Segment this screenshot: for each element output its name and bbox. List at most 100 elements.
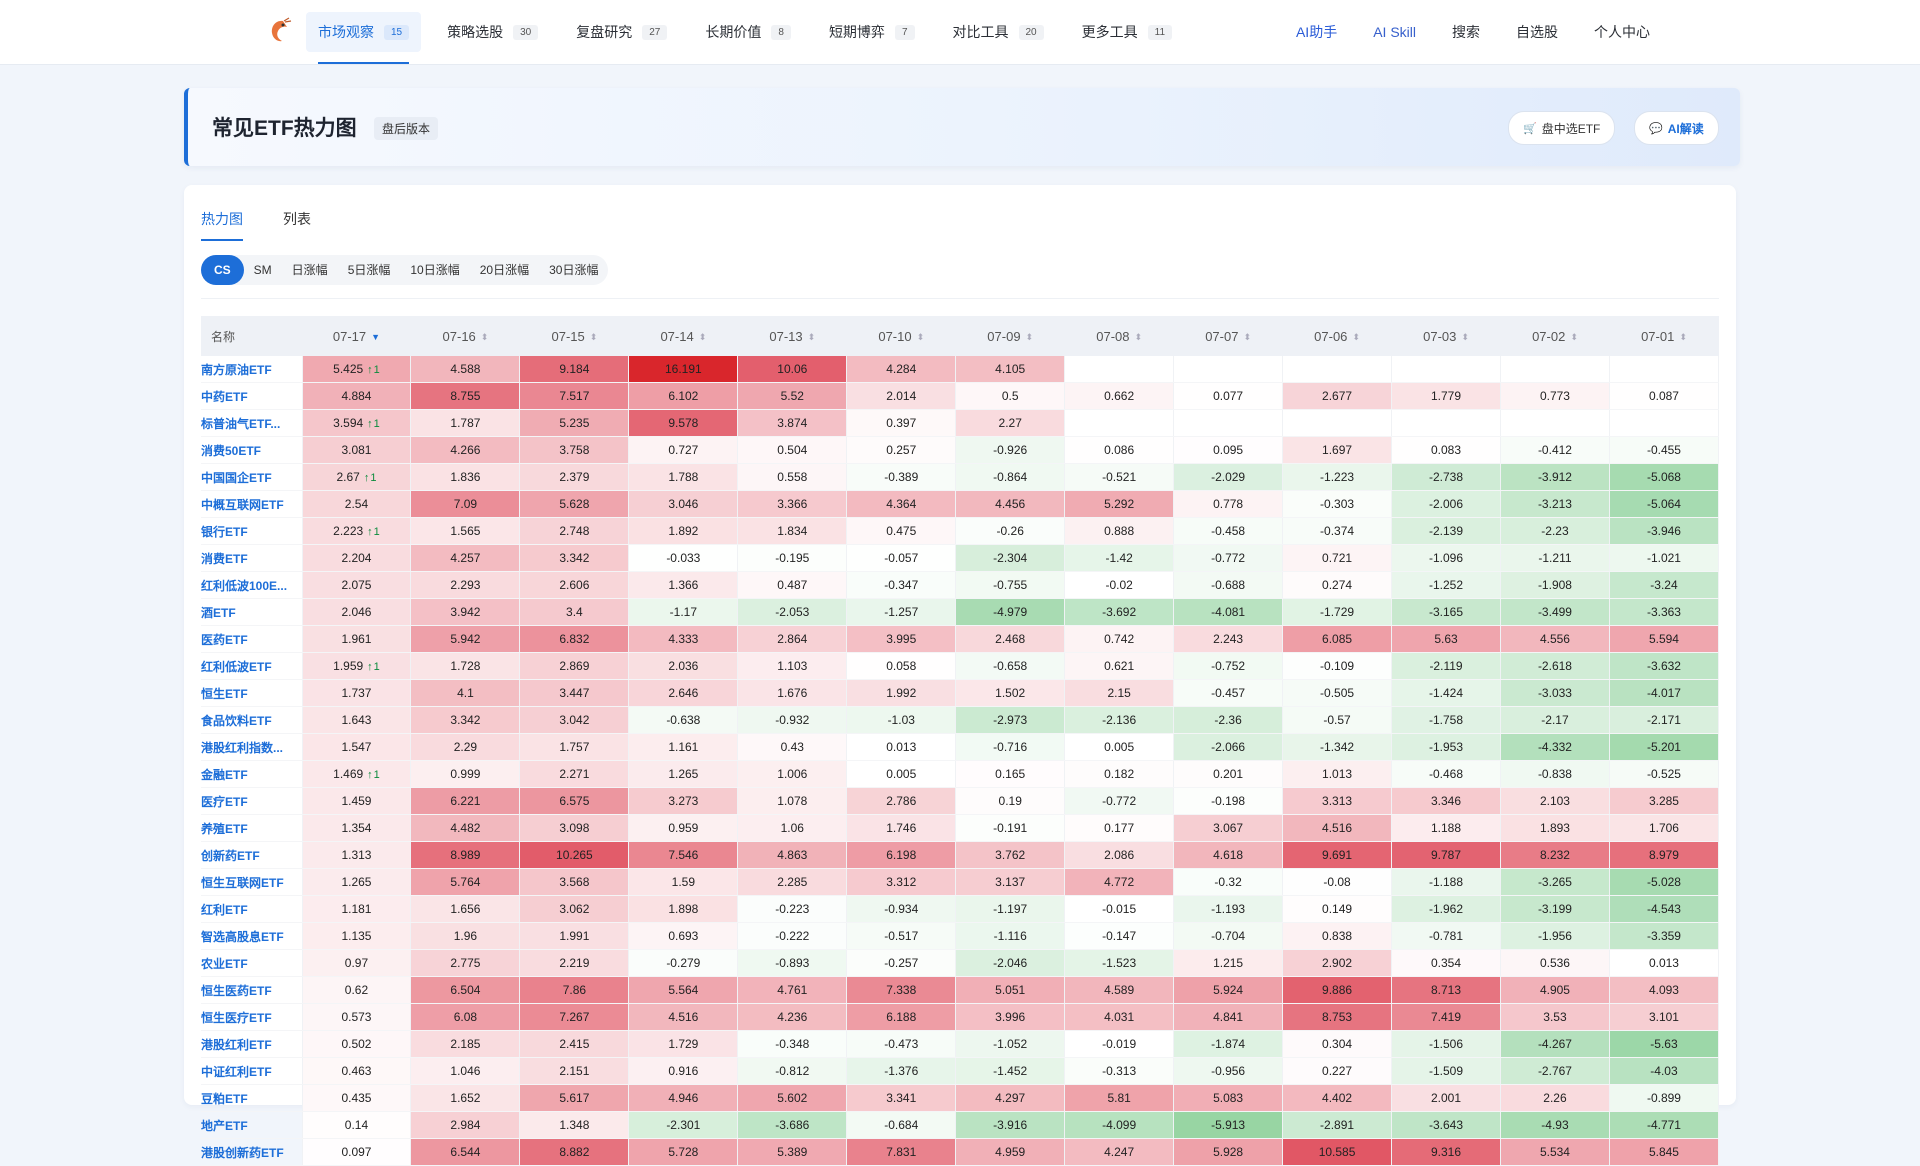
table-row[interactable]: 中国国企ETF 2.67 ↑1 1.836 2.379 1.788 0.558 -0.389-… bbox=[201, 463, 1720, 491]
etf-name-link[interactable]: 恒生ETF bbox=[201, 679, 303, 707]
etf-name-link[interactable]: 中药ETF bbox=[201, 382, 303, 410]
sort-icon[interactable]: ⬍ bbox=[590, 332, 598, 342]
date-column-header[interactable]: 07-13 ⬍ bbox=[737, 316, 847, 356]
shrimp-logo-icon[interactable] bbox=[266, 17, 292, 45]
table-row[interactable]: 中概互联网ETF 2.54 7.09 5.628 3.046 3.366 4.364 4.45… bbox=[201, 490, 1720, 518]
etf-name-link[interactable]: 红利ETF bbox=[201, 895, 303, 923]
nav-item-0[interactable]: 市场观察 15 bbox=[306, 12, 422, 64]
sort-icon[interactable]: ⬍ bbox=[481, 332, 489, 342]
etf-name-link[interactable]: 医疗ETF bbox=[201, 787, 303, 815]
date-column-header[interactable]: 07-01 ⬍ bbox=[1609, 316, 1719, 356]
table-row[interactable]: 金融ETF 1.469 ↑1 0.999 2.271 1.265 1.006 0.005 0.1… bbox=[201, 760, 1720, 788]
sort-icon[interactable]: ⬍ bbox=[699, 332, 707, 342]
etf-name-link[interactable]: 中国国企ETF bbox=[201, 463, 303, 491]
sort-icon[interactable]: ▼ bbox=[371, 332, 380, 342]
date-column-header[interactable]: 07-10 ⬍ bbox=[846, 316, 956, 356]
etf-name-link[interactable]: 红利低波ETF bbox=[201, 652, 303, 680]
sort-icon[interactable]: ⬍ bbox=[808, 332, 816, 342]
etf-name-link[interactable]: 地产ETF bbox=[201, 1111, 303, 1139]
etf-name-link[interactable]: 创新药ETF bbox=[201, 841, 303, 869]
table-row[interactable]: 消费ETF 2.204 4.257 3.342 -0.033 -0.195 -0.057 -2… bbox=[201, 544, 1720, 572]
segment-option-5[interactable]: 20日涨幅 bbox=[470, 255, 539, 285]
ai-interpret-button[interactable]: 💬 AI解读 bbox=[1634, 111, 1719, 145]
date-column-header[interactable]: 07-16 ⬍ bbox=[410, 316, 520, 356]
segment-option-4[interactable]: 10日涨幅 bbox=[400, 255, 469, 285]
table-row[interactable]: 豆粕ETF 0.435 1.652 5.617 4.946 5.602 3.341 4.297… bbox=[201, 1084, 1720, 1112]
sort-icon[interactable]: ⬍ bbox=[1243, 332, 1251, 342]
sort-icon[interactable]: ⬍ bbox=[917, 332, 925, 342]
table-row[interactable]: 中药ETF 4.884 8.755 7.517 6.102 5.52 2.014 0.5 0.6… bbox=[201, 382, 1720, 410]
etf-name-link[interactable]: 标普油气ETF... bbox=[201, 409, 303, 437]
etf-name-link[interactable]: 金融ETF bbox=[201, 760, 303, 788]
table-row[interactable]: 港股创新药ETF 0.097 6.544 8.882 5.728 5.389 7.831 4.… bbox=[201, 1138, 1720, 1166]
watchlist-link[interactable]: 自选股 bbox=[1516, 22, 1558, 42]
intraday-etf-button[interactable]: 🛒 盘中选ETF bbox=[1508, 111, 1616, 145]
etf-name-link[interactable]: 食品饮料ETF bbox=[201, 706, 303, 734]
sort-icon[interactable]: ⬍ bbox=[1461, 332, 1469, 342]
date-column-header[interactable]: 07-03 ⬍ bbox=[1391, 316, 1501, 356]
etf-name-link[interactable]: 豆粕ETF bbox=[201, 1084, 303, 1112]
table-row[interactable]: 恒生互联网ETF 1.265 5.764 3.568 1.59 2.285 3.312 3.1… bbox=[201, 868, 1720, 896]
table-row[interactable]: 红利低波100E... 2.075 2.293 2.606 1.366 0.487 -0.3… bbox=[201, 571, 1720, 599]
ai-assistant-link[interactable]: AI助手 bbox=[1296, 22, 1337, 42]
date-column-header[interactable]: 07-14 ⬍ bbox=[628, 316, 738, 356]
table-row[interactable]: 医药ETF 1.961 5.942 6.832 4.333 2.864 3.995 2.468… bbox=[201, 625, 1720, 653]
date-column-header[interactable]: 07-09 ⬍ bbox=[955, 316, 1065, 356]
date-column-header[interactable]: 07-06 ⬍ bbox=[1282, 316, 1392, 356]
etf-name-link[interactable]: 南方原油ETF bbox=[201, 356, 303, 383]
table-row[interactable]: 酒ETF 2.046 3.942 3.4 -1.17 -2.053 -1.257 -4.979… bbox=[201, 598, 1720, 626]
table-row[interactable]: 恒生医疗ETF 0.573 6.08 7.267 4.516 4.236 6.188 3.99… bbox=[201, 1003, 1720, 1031]
date-column-header[interactable]: 07-02 ⬍ bbox=[1500, 316, 1610, 356]
table-row[interactable]: 港股红利指数... 1.547 2.29 1.757 1.161 0.43 0.013 -0.… bbox=[201, 733, 1720, 761]
nav-item-6[interactable]: 更多工具 11 bbox=[1070, 12, 1184, 52]
table-row[interactable]: 地产ETF 0.14 2.984 1.348 -2.301 -3.686 -0.684 -3.… bbox=[201, 1111, 1720, 1139]
etf-name-link[interactable]: 恒生互联网ETF bbox=[201, 868, 303, 896]
table-row[interactable]: 创新药ETF 1.313 8.989 10.265 7.546 4.863 6.198 3.7… bbox=[201, 841, 1720, 869]
table-row[interactable]: 恒生医药ETF 0.62 6.504 7.86 5.564 4.761 7.338 5.051… bbox=[201, 976, 1720, 1004]
table-row[interactable]: 标普油气ETF... 3.594 ↑1 1.787 5.235 9.578 3.874 0.3… bbox=[201, 409, 1720, 437]
etf-name-link[interactable]: 港股创新药ETF bbox=[201, 1138, 303, 1166]
nav-item-3[interactable]: 长期价值 8 bbox=[693, 12, 803, 52]
nav-item-4[interactable]: 短期博弈 7 bbox=[817, 12, 927, 52]
date-column-header[interactable]: 07-07 ⬍ bbox=[1173, 316, 1283, 356]
segment-option-1[interactable]: SM bbox=[244, 255, 282, 285]
nav-item-2[interactable]: 复盘研究 27 bbox=[564, 12, 679, 52]
date-column-header[interactable]: 07-08 ⬍ bbox=[1064, 316, 1174, 356]
etf-name-link[interactable]: 恒生医药ETF bbox=[201, 976, 303, 1004]
segment-option-2[interactable]: 日涨幅 bbox=[282, 255, 338, 285]
table-row[interactable]: 食品饮料ETF 1.643 3.342 3.042 -0.638 -0.932 -1.03 -… bbox=[201, 706, 1720, 734]
etf-name-link[interactable]: 农业ETF bbox=[201, 949, 303, 977]
etf-name-link[interactable]: 智选高股息ETF bbox=[201, 922, 303, 950]
sort-icon[interactable]: ⬍ bbox=[1026, 332, 1034, 342]
sort-icon[interactable]: ⬍ bbox=[1352, 332, 1360, 342]
etf-name-link[interactable]: 消费50ETF bbox=[201, 436, 303, 464]
table-row[interactable]: 养殖ETF 1.354 4.482 3.098 0.959 1.06 1.746 -0.191… bbox=[201, 814, 1720, 842]
profile-link[interactable]: 个人中心 bbox=[1594, 22, 1650, 42]
table-row[interactable]: 恒生ETF 1.737 4.1 3.447 2.646 1.676 1.992 1.502 2.… bbox=[201, 679, 1720, 707]
etf-name-link[interactable]: 恒生医疗ETF bbox=[201, 1003, 303, 1031]
table-row[interactable]: 农业ETF 0.97 2.775 2.219 -0.279 -0.893 -0.257 -2.… bbox=[201, 949, 1720, 977]
table-row[interactable]: 港股红利ETF 0.502 2.185 2.415 1.729 -0.348 -0.473 -… bbox=[201, 1030, 1720, 1058]
tab-list[interactable]: 列表 bbox=[283, 209, 311, 241]
sort-icon[interactable]: ⬍ bbox=[1570, 332, 1578, 342]
nav-item-1[interactable]: 策略选股 30 bbox=[435, 12, 550, 52]
etf-name-link[interactable]: 中证红利ETF bbox=[201, 1057, 303, 1085]
etf-name-link[interactable]: 银行ETF bbox=[201, 517, 303, 545]
sort-icon[interactable]: ⬍ bbox=[1679, 332, 1687, 342]
segment-option-6[interactable]: 30日涨幅 bbox=[539, 255, 608, 285]
table-row[interactable]: 银行ETF 2.223 ↑1 1.565 2.748 1.892 1.834 0.475 -0.… bbox=[201, 517, 1720, 545]
etf-name-link[interactable]: 红利低波100E... bbox=[201, 571, 303, 599]
table-row[interactable]: 红利低波ETF 1.959 ↑1 1.728 2.869 2.036 1.103 0.058-… bbox=[201, 652, 1720, 680]
etf-name-link[interactable]: 中概互联网ETF bbox=[201, 490, 303, 518]
date-column-header[interactable]: 07-15 ⬍ bbox=[519, 316, 629, 356]
table-row[interactable]: 消费50ETF 3.081 4.266 3.758 0.727 0.504 0.257 -0.… bbox=[201, 436, 1720, 464]
date-column-header[interactable]: 07-17 ▼ bbox=[302, 316, 411, 356]
table-row[interactable]: 医疗ETF 1.459 6.221 6.575 3.273 1.078 2.786 0.19 -… bbox=[201, 787, 1720, 815]
sort-icon[interactable]: ⬍ bbox=[1135, 332, 1143, 342]
etf-name-link[interactable]: 消费ETF bbox=[201, 544, 303, 572]
etf-name-link[interactable]: 养殖ETF bbox=[201, 814, 303, 842]
segment-option-0[interactable]: CS bbox=[201, 255, 244, 285]
tab-heatmap[interactable]: 热力图 bbox=[201, 209, 243, 241]
ai-skill-link[interactable]: AI Skill bbox=[1373, 24, 1416, 40]
segment-option-3[interactable]: 5日涨幅 bbox=[338, 255, 401, 285]
